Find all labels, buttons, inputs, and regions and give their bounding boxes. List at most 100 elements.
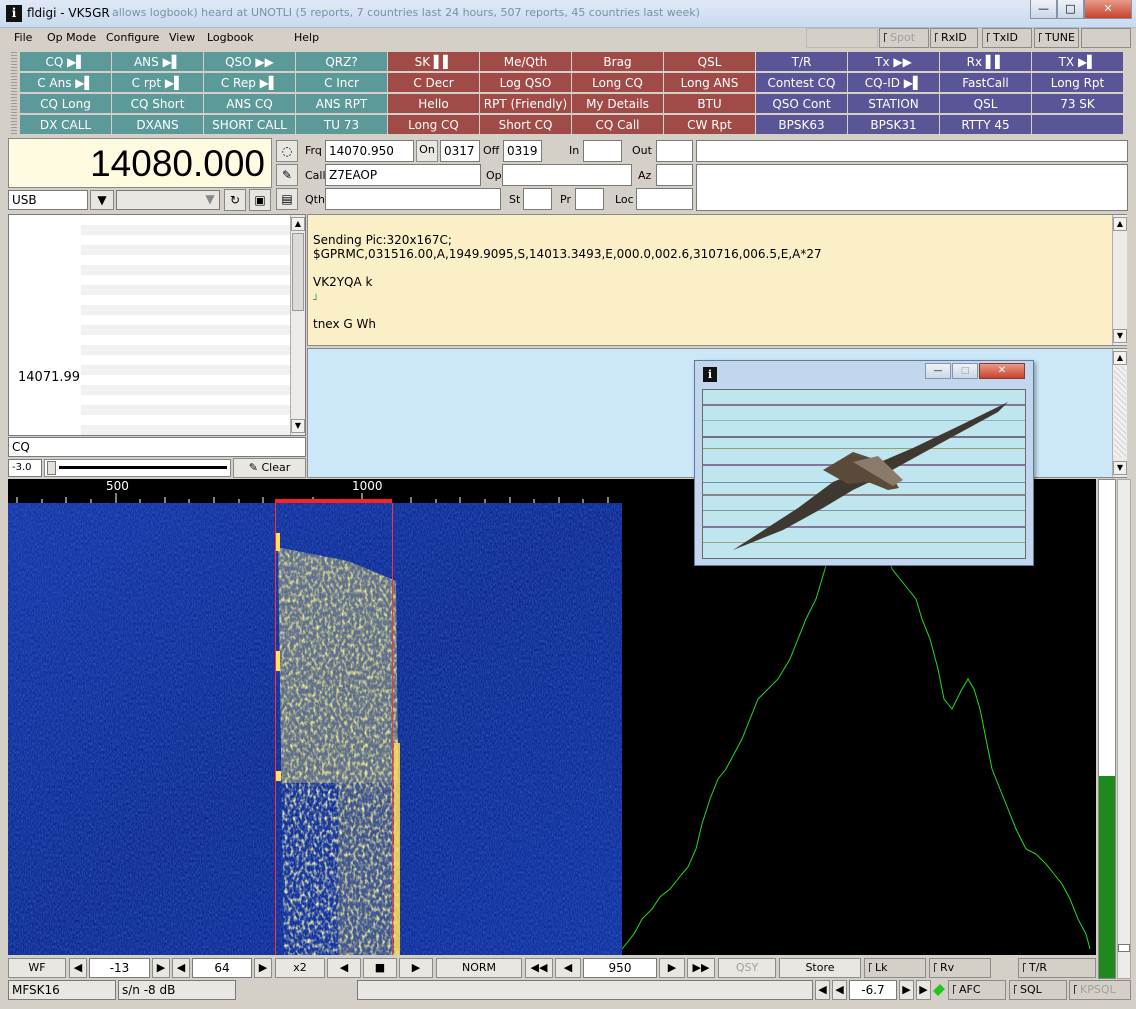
off-field[interactable]: 0319 — [503, 140, 542, 162]
sql-toggle[interactable]: SQL — [1009, 980, 1067, 1000]
browser-frequency[interactable]: 14071.99 — [18, 370, 80, 385]
scroll-down-icon[interactable]: ▼ — [1113, 329, 1127, 343]
scroll-up-icon[interactable]: ▲ — [1113, 351, 1127, 365]
maximize-button[interactable]: □ — [1057, 0, 1084, 19]
refresh-icon[interactable]: ↻ — [224, 189, 246, 211]
macro-button[interactable]: C rpt ▶▌ — [112, 73, 204, 93]
broom-icon[interactable]: ✎ — [276, 164, 298, 186]
scroll-track[interactable] — [1114, 367, 1126, 457]
macro-button[interactable]: My Details — [572, 94, 664, 114]
macro-button[interactable]: CW Rpt — [664, 115, 756, 135]
tr-toggle[interactable]: T/R — [1018, 958, 1096, 978]
scroll-down-icon[interactable]: ▼ — [291, 419, 305, 433]
macro-button[interactable]: Log QSO — [480, 73, 572, 93]
notes-field[interactable] — [696, 140, 1128, 162]
menu-file[interactable]: File — [14, 31, 32, 44]
scroll-up-icon[interactable]: ▲ — [291, 217, 305, 231]
mode-dropdown-icon[interactable]: ▼ — [90, 190, 114, 210]
range-field[interactable]: 64 — [192, 958, 252, 978]
maximize-button[interactable]: □ — [952, 363, 978, 379]
mode-status[interactable]: MFSK16 — [8, 980, 116, 1000]
log-icon[interactable]: ▤ — [276, 188, 298, 210]
mode-select[interactable]: USB — [8, 190, 88, 210]
macro-button[interactable]: CQ ▶▌ — [20, 52, 112, 72]
bandwidth-dropdown-icon[interactable]: ▼ — [200, 190, 220, 210]
browser-scrollbar[interactable]: ▲ ▼ — [290, 215, 305, 435]
spot-toggle[interactable]: Spot — [879, 28, 929, 48]
fast-right-icon[interactable]: ▶▶ — [687, 958, 715, 978]
kpsql-toggle[interactable]: KPSQL — [1069, 980, 1131, 1000]
macro-button[interactable]: BPSK31 — [848, 115, 940, 135]
on-field[interactable]: 0317 — [440, 140, 480, 162]
macro-button[interactable]: RTTY 45 — [940, 115, 1032, 135]
reverse-toggle[interactable]: Rv — [929, 958, 991, 978]
globe-icon[interactable]: ◌ — [276, 140, 298, 162]
st-field[interactable] — [523, 188, 552, 210]
macro-button[interactable]: QSL — [940, 94, 1032, 114]
txid-toggle[interactable]: TxID — [982, 28, 1032, 48]
afc-left-icon[interactable]: ◀ — [832, 980, 847, 1000]
macro-button[interactable]: QSO ▶▶ — [204, 52, 296, 72]
macro-button[interactable]: CQ Call — [572, 115, 664, 135]
zoom-button[interactable]: x2 — [275, 958, 325, 978]
waterfall-display[interactable] — [8, 503, 622, 955]
on-button[interactable]: On — [416, 140, 438, 162]
range-down-icon[interactable]: ◀ — [172, 958, 190, 978]
macro-button[interactable]: Me/Qth — [480, 52, 572, 72]
signal-browser[interactable]: 14071.99 ▲ ▼ — [8, 214, 306, 436]
macro-button[interactable]: Short CQ — [480, 115, 572, 135]
close-button[interactable]: ✕ — [979, 363, 1025, 379]
afc-toggle[interactable]: AFC — [948, 980, 1006, 1000]
macro-button[interactable]: CQ Short — [112, 94, 204, 114]
macro-button[interactable]: ANS ▶▌ — [112, 52, 204, 72]
reflevel-up-icon[interactable]: ▶ — [152, 958, 170, 978]
call-field[interactable]: Z7EAOP — [325, 164, 481, 186]
store-button[interactable]: Store — [779, 958, 861, 978]
macro-button[interactable]: Long CQ — [572, 73, 664, 93]
macro-button[interactable]: CQ Long — [20, 94, 112, 114]
range-up-icon[interactable]: ▶ — [254, 958, 272, 978]
scroll-up-icon[interactable]: ▲ — [1113, 217, 1127, 231]
macro-button[interactable]: Contest CQ — [756, 73, 848, 93]
scroll-down-icon[interactable]: ▼ — [1113, 461, 1127, 475]
tune-toggle[interactable]: TUNE — [1034, 28, 1079, 48]
macro-button[interactable]: C Ans ▶▌ — [20, 73, 112, 93]
macro-button[interactable]: SHORT CALL — [204, 115, 296, 135]
in-field[interactable] — [583, 140, 622, 162]
macro-button[interactable]: FastCall — [940, 73, 1032, 93]
menu-view[interactable]: View — [169, 31, 195, 44]
rx-text-pane[interactable]: Sending Pic:320x167C; $GPRMC,031516.00,A… — [307, 214, 1127, 346]
reflevel-field[interactable]: -13 — [89, 958, 150, 978]
scroll-thumb[interactable] — [292, 233, 304, 311]
macro-button[interactable]: Brag — [572, 52, 664, 72]
menu-logbook[interactable]: Logbook — [207, 31, 253, 44]
macro-button[interactable]: Long Rpt — [1032, 73, 1124, 93]
menu-help[interactable]: Help — [294, 31, 319, 44]
notes-field-2[interactable] — [696, 164, 1128, 211]
afc-right-icon[interactable]: ▶ — [899, 980, 914, 1000]
macro-button[interactable]: Hello — [388, 94, 480, 114]
forward-icon[interactable]: ▶ — [399, 958, 433, 978]
macro-button[interactable]: TU 73 — [296, 115, 388, 135]
macro-button[interactable] — [1032, 115, 1124, 135]
squelch-slider[interactable] — [44, 459, 231, 477]
waterfall-mode-button[interactable]: WF — [8, 958, 66, 978]
frequency-display[interactable]: 14080.000 — [8, 138, 272, 188]
level-slider[interactable] — [1117, 479, 1131, 979]
macro-button[interactable]: C Incr — [296, 73, 388, 93]
picture-window[interactable]: i — □ ✕ — [694, 360, 1034, 566]
fast-left-icon[interactable]: ◀◀ — [525, 958, 553, 978]
carrier-field[interactable]: 950 — [583, 958, 657, 978]
menu-op-mode[interactable]: Op Mode — [47, 31, 96, 44]
qth-field[interactable] — [325, 188, 501, 210]
tx-scrollbar[interactable]: ▲ ▼ — [1112, 349, 1127, 477]
frq-field[interactable]: 14070.950 — [325, 140, 414, 162]
macro-button[interactable]: 73 SK — [1032, 94, 1124, 114]
reflevel-down-icon[interactable]: ◀ — [69, 958, 87, 978]
macro-button[interactable]: SK ▌▌ — [388, 52, 480, 72]
macro-button[interactable]: Rx ▌▌ — [940, 52, 1032, 72]
az-field[interactable] — [656, 164, 693, 186]
macro-button[interactable]: QSO Cont — [756, 94, 848, 114]
right-icon[interactable]: ▶ — [659, 958, 685, 978]
rewind-icon[interactable]: ◀ — [327, 958, 361, 978]
